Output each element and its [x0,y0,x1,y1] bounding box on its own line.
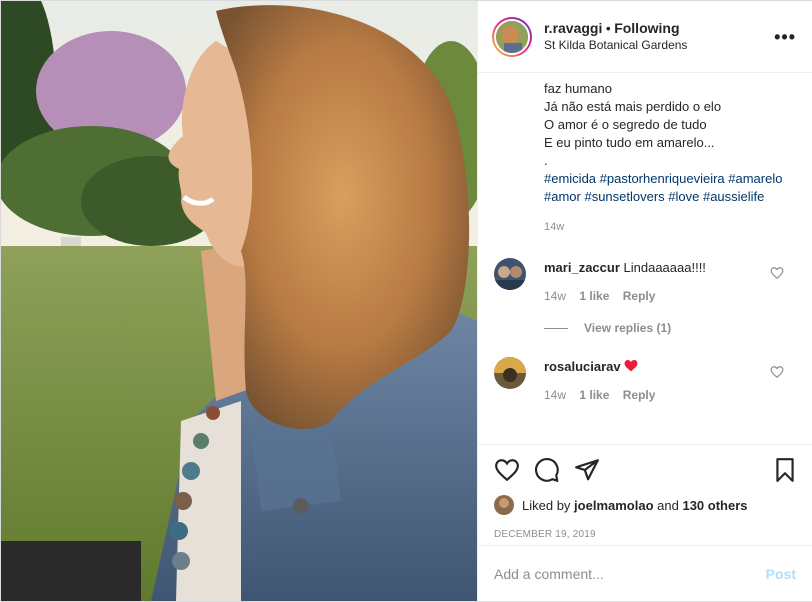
caption-time[interactable]: 14w [544,218,796,236]
post-header: r.ravaggi • Following St Kilda Botanical… [478,1,812,73]
reply-button[interactable]: Reply [623,289,656,303]
replies-divider [544,327,568,329]
comment-item: rosaluciarav 14w 1 like Reply [478,357,812,402]
save-bookmark-icon[interactable] [772,457,798,483]
separator-dot: • [606,20,611,36]
view-replies-button[interactable]: View replies (1) [478,321,812,335]
comment-heart-icon[interactable] [770,266,784,280]
post-actions: Liked by joelmamolao and 130 others DECE… [478,444,812,544]
profile-avatar[interactable] [492,16,532,57]
post-photo[interactable] [1,1,477,601]
comment-input[interactable] [494,565,766,582]
like-heart-icon[interactable] [494,457,520,483]
add-comment-bar: Post [478,545,812,601]
commenter-avatar[interactable] [494,258,526,290]
post-details-panel: r.ravaggi • Following St Kilda Botanical… [477,1,812,601]
post-date[interactable]: DECEMBER 19, 2019 [478,529,812,540]
comment-time[interactable]: 14w [544,289,566,303]
caption-line: faz humano [544,81,612,96]
post-image [1,1,477,601]
liker-avatar[interactable] [494,495,514,515]
likes-summary: Liked by joelmamolao and 130 others [478,495,812,515]
caption-line: O amor é o segredo de tudo [544,117,707,132]
comment-bubble-icon[interactable] [534,457,560,483]
caption-line: Já não está mais perdido o elo [544,99,722,114]
instagram-post: r.ravaggi • Following St Kilda Botanical… [0,0,812,602]
comment-likes[interactable]: 1 like [579,388,609,402]
reply-button[interactable]: Reply [623,388,656,402]
others-likes-link[interactable]: 130 others [682,498,747,513]
commenter-avatar[interactable] [494,357,526,389]
liked-by-label: Liked by [522,497,571,513]
liker-username[interactable]: joelmamolao [574,498,653,513]
action-bar [478,445,812,493]
and-label: and [657,497,679,513]
post-comment-button[interactable]: Post [766,566,796,582]
location-link[interactable]: St Kilda Botanical Gardens [544,37,687,54]
comment-username[interactable]: mari_zaccur [544,260,620,275]
caption-line: E eu pinto tudo em amarelo... [544,135,715,150]
caption: faz humano Já não está mais perdido o el… [478,74,812,236]
share-paper-plane-icon[interactable] [574,457,600,483]
view-replies-label: View replies (1) [584,321,672,335]
caption-line: . [544,153,548,168]
caption-hashtags[interactable]: #emicida #pastorhenriquevieira #amarelo … [544,170,796,206]
following-button[interactable]: Following [614,20,679,36]
post-username[interactable]: r.ravaggi [544,20,602,36]
comment-username[interactable]: rosaluciarav [544,359,621,374]
more-dots-icon[interactable]: ••• [774,27,796,48]
comments-scroll-area[interactable]: faz humano Já não está mais perdido o el… [478,74,812,444]
comment-heart-icon[interactable] [770,365,784,379]
comment-text: Lindaaaaaa!!!! [623,260,706,275]
comment-item: mari_zaccur Lindaaaaaa!!!! 14w 1 like Re… [478,258,812,303]
heart-emoji [624,359,638,374]
comment-likes[interactable]: 1 like [579,289,609,303]
comment-time[interactable]: 14w [544,388,566,402]
